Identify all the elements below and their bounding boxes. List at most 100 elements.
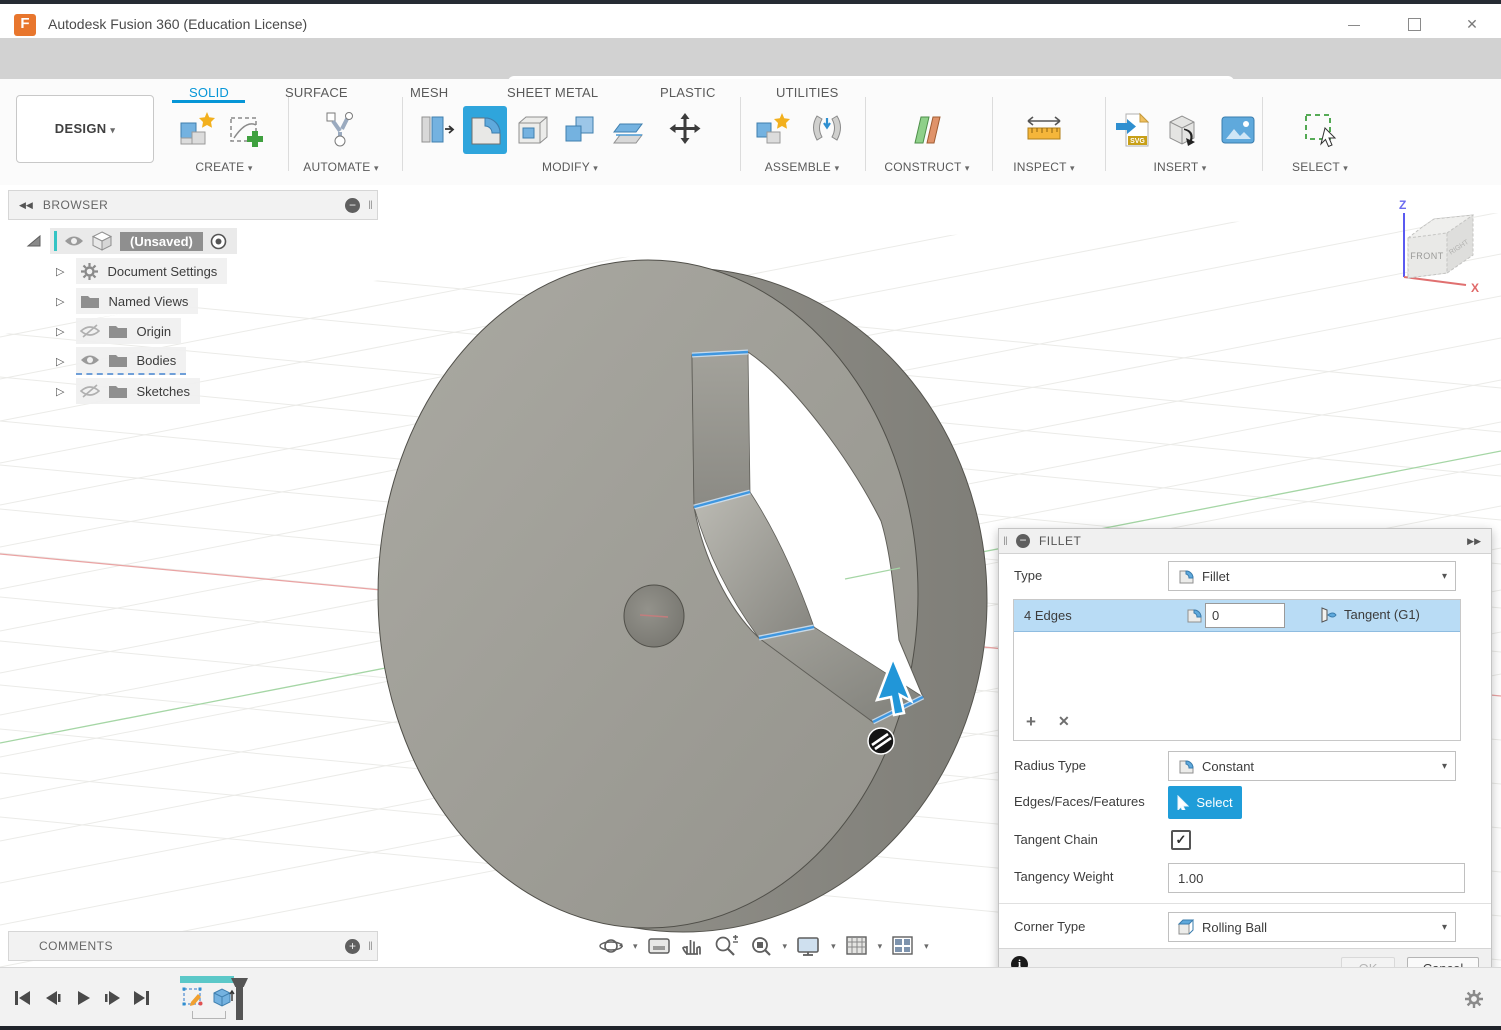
- look-at-icon[interactable]: [647, 934, 671, 958]
- comments-header[interactable]: COMMENTS + ‖: [8, 931, 378, 961]
- browser-item-label[interactable]: Origin: [136, 324, 171, 339]
- browser-item-named-views[interactable]: ▷ Named Views: [56, 288, 198, 314]
- inspect-group-label[interactable]: INSPECT ▾: [1000, 160, 1088, 174]
- visibility-off-eye-icon[interactable]: [80, 324, 100, 339]
- construct-plane-tool[interactable]: [905, 106, 949, 154]
- browser-header[interactable]: ◀◀ BROWSER − ‖: [8, 190, 378, 220]
- root-document-name[interactable]: (Unsaved): [120, 232, 203, 251]
- tab-plastic[interactable]: PLASTIC: [660, 85, 716, 100]
- panel-grip[interactable]: ‖: [368, 939, 373, 953]
- orbit-icon[interactable]: [598, 934, 624, 958]
- minimize-button[interactable]: [1339, 14, 1369, 34]
- body-disc[interactable]: [378, 260, 987, 932]
- browser-item-bodies[interactable]: ▷ Bodies: [56, 348, 186, 374]
- timeline-settings-gear-icon[interactable]: [1464, 989, 1484, 1009]
- tangency-weight-input[interactable]: 1.00: [1168, 863, 1465, 893]
- insert-mesh-tool[interactable]: [1160, 106, 1204, 154]
- display-settings-icon[interactable]: [796, 934, 822, 958]
- expand-arrow-icon[interactable]: ▷: [56, 325, 64, 338]
- dialog-expand-icon[interactable]: ▶▶: [1467, 536, 1481, 547]
- display-caret[interactable]: ▾: [831, 941, 836, 952]
- timeline-step-forward-icon[interactable]: [102, 989, 122, 1007]
- expand-arrow-icon[interactable]: ▷: [56, 295, 64, 308]
- tab-sheet-metal[interactable]: SHEET METAL: [507, 85, 598, 100]
- new-component-tool[interactable]: [176, 106, 220, 154]
- fillet-tool[interactable]: [463, 106, 507, 154]
- grid-caret[interactable]: ▾: [878, 941, 883, 952]
- browser-item-document-settings[interactable]: ▷ Document Settings: [56, 258, 227, 284]
- timeline-step-back-icon[interactable]: [44, 989, 64, 1007]
- tab-solid[interactable]: SOLID: [189, 85, 229, 100]
- tab-surface[interactable]: SURFACE: [285, 85, 348, 100]
- timeline-sketch-feature[interactable]: [181, 985, 205, 1009]
- edge-set-row[interactable]: 4 Edges 0 Tangent (G1): [1014, 600, 1460, 632]
- browser-root-row[interactable]: (Unsaved): [26, 228, 237, 254]
- insert-svg-tool[interactable]: SVG: [1112, 106, 1156, 154]
- select-tool[interactable]: [1298, 106, 1342, 154]
- browser-item-label[interactable]: Sketches: [136, 384, 189, 399]
- timeline-go-to-start-icon[interactable]: [14, 989, 32, 1007]
- press-pull-tool[interactable]: [415, 106, 459, 154]
- shell-tool[interactable]: [511, 106, 555, 154]
- collapse-panel-icon[interactable]: ◀◀: [19, 200, 33, 211]
- visibility-eye-icon[interactable]: [80, 353, 100, 367]
- fillet-dialog-header[interactable]: ‖ − FILLET ▶▶: [999, 529, 1491, 554]
- dialog-grip[interactable]: ‖: [1003, 534, 1008, 548]
- offset-face-tool[interactable]: [607, 106, 651, 154]
- viewports-icon[interactable]: [891, 934, 915, 958]
- assemble-group-label[interactable]: ASSEMBLE ▾: [752, 160, 852, 174]
- type-dropdown[interactable]: Fillet ▾: [1168, 561, 1456, 591]
- remove-edge-set-button[interactable]: ✕: [1058, 713, 1070, 730]
- automate-group-label[interactable]: AUTOMATE ▾: [296, 160, 386, 174]
- select-group-label[interactable]: SELECT ▾: [1280, 160, 1360, 174]
- cutout-side-wall[interactable]: [692, 352, 750, 507]
- view-cube[interactable]: Z X FRONT RIGHT: [1399, 198, 1479, 295]
- tab-mesh[interactable]: MESH: [410, 85, 448, 100]
- combine-tool[interactable]: [559, 106, 603, 154]
- browser-item-label[interactable]: Bodies: [136, 353, 176, 368]
- activate-radio-icon[interactable]: [210, 233, 227, 250]
- insert-canvas-tool[interactable]: [1216, 106, 1260, 154]
- fit-caret[interactable]: ▾: [783, 941, 788, 952]
- new-component-assemble-tool[interactable]: [752, 106, 796, 154]
- browser-item-origin[interactable]: ▷ Origin: [56, 318, 181, 344]
- dialog-collapse-icon[interactable]: −: [1016, 534, 1030, 548]
- timeline-go-to-end-icon[interactable]: [132, 989, 150, 1007]
- tangent-chain-checkbox[interactable]: ✓: [1171, 830, 1191, 850]
- move-copy-tool[interactable]: [663, 106, 707, 154]
- expand-all-icon[interactable]: [26, 234, 42, 248]
- add-comment-button[interactable]: +: [345, 939, 360, 954]
- browser-item-sketches[interactable]: ▷ Sketches: [56, 378, 200, 404]
- corner-type-dropdown[interactable]: Rolling Ball ▾: [1168, 912, 1456, 942]
- insert-group-label[interactable]: INSERT ▾: [1136, 160, 1224, 174]
- pan-hand-icon[interactable]: [680, 934, 704, 958]
- grid-settings-icon[interactable]: [845, 934, 869, 958]
- automate-tool[interactable]: [318, 106, 362, 154]
- browser-item-label[interactable]: Named Views: [108, 294, 188, 309]
- visibility-off-eye-icon[interactable]: [80, 384, 100, 399]
- fit-icon[interactable]: [748, 934, 774, 958]
- visibility-eye-icon[interactable]: [64, 234, 84, 248]
- workspace-selector[interactable]: DESIGN ▾: [16, 95, 154, 163]
- radius-value-input[interactable]: 0: [1205, 603, 1285, 628]
- create-group-label[interactable]: CREATE ▾: [172, 160, 276, 174]
- construct-group-label[interactable]: CONSTRUCT ▾: [877, 160, 977, 174]
- radius-type-dropdown[interactable]: Constant ▾: [1168, 751, 1456, 781]
- measure-tool[interactable]: [1022, 106, 1066, 154]
- timeline-play-icon[interactable]: [76, 989, 92, 1007]
- joint-tool[interactable]: [805, 106, 849, 154]
- design-viewport[interactable]: Z X FRONT RIGHT ◀◀ BROWSER − ‖: [0, 185, 1501, 967]
- panel-grip[interactable]: ‖: [368, 198, 373, 212]
- orbit-caret[interactable]: ▾: [633, 941, 638, 952]
- edge-set-list[interactable]: 4 Edges 0 Tangent (G1) + ✕: [1013, 599, 1461, 741]
- select-button[interactable]: Select: [1168, 786, 1242, 819]
- browser-display-toggle[interactable]: −: [345, 198, 360, 213]
- expand-arrow-icon[interactable]: ▷: [56, 385, 64, 398]
- tab-utilities[interactable]: UTILITIES: [776, 85, 838, 100]
- expand-arrow-icon[interactable]: ▷: [56, 355, 64, 368]
- timeline-extrude-feature[interactable]: [210, 985, 236, 1009]
- add-edge-set-button[interactable]: +: [1026, 712, 1036, 732]
- viewports-caret[interactable]: ▾: [924, 941, 929, 952]
- browser-item-label[interactable]: Document Settings: [107, 264, 217, 279]
- expand-arrow-icon[interactable]: ▷: [56, 265, 64, 278]
